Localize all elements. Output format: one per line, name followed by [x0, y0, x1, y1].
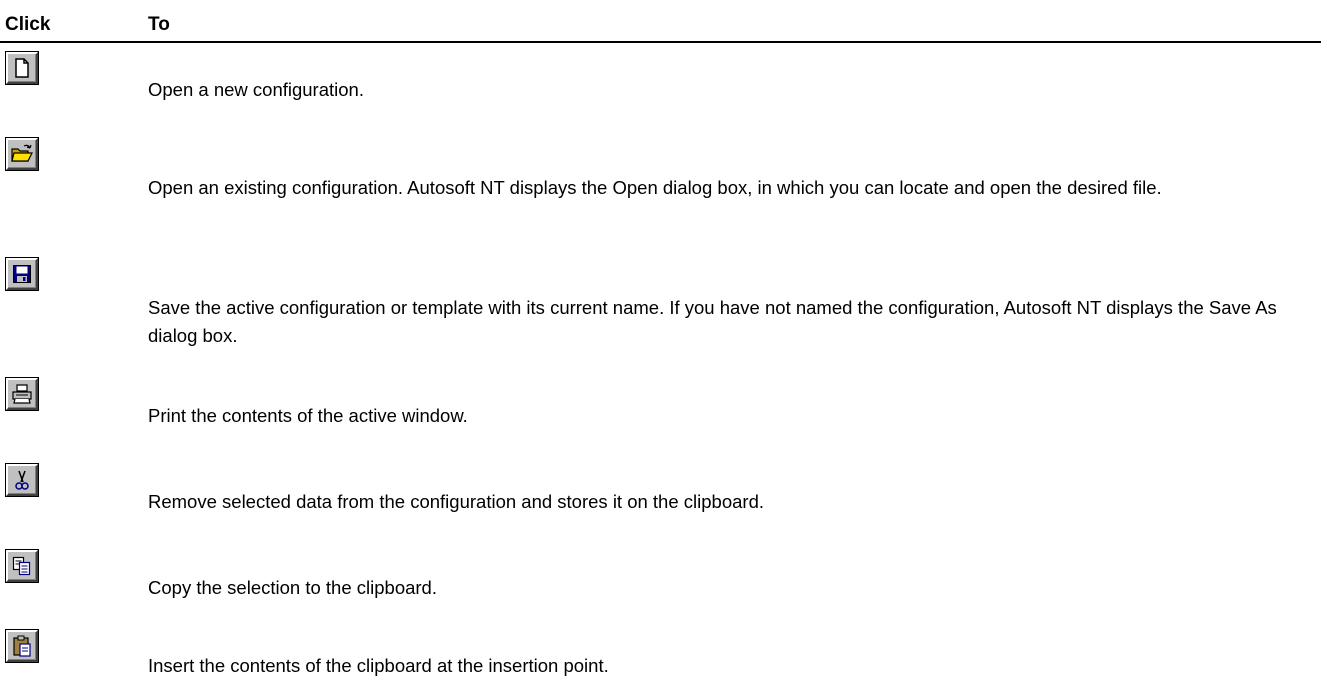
row-description: Copy the selection to the clipboard.: [148, 577, 437, 598]
copy-icon: [12, 556, 31, 576]
row-description: Open a new configuration.: [148, 79, 364, 100]
table-row: Save the active configuration or templat…: [0, 258, 1321, 348]
open-button[interactable]: [6, 138, 38, 170]
table-row: Insert the contents of the clipboard at …: [0, 630, 1321, 676]
header-rule: [0, 41, 1321, 43]
row-description: Print the contents of the active window.: [148, 405, 468, 426]
header-click: Click: [5, 14, 51, 35]
cut-scissors-icon: [15, 470, 29, 490]
new-button[interactable]: [6, 52, 38, 84]
header-to: To: [148, 14, 170, 35]
save-button[interactable]: [6, 258, 38, 290]
table-row: Copy the selection to the clipboard.: [0, 550, 1321, 610]
row-description: Remove selected data from the configurat…: [148, 491, 764, 512]
open-folder-icon: [11, 144, 33, 162]
table-row: Print the contents of the active window.: [0, 378, 1321, 438]
save-disk-icon: [13, 265, 31, 283]
print-button[interactable]: [6, 378, 38, 410]
table-row: Open an existing configuration. Autosoft…: [0, 138, 1321, 228]
print-icon: [12, 384, 32, 404]
table-row: Remove selected data from the configurat…: [0, 464, 1321, 524]
row-description: Open an existing configuration. Autosoft…: [148, 177, 1162, 198]
cut-button[interactable]: [6, 464, 38, 496]
paste-icon: [13, 635, 31, 657]
paste-button[interactable]: [6, 630, 38, 662]
table-row: Open a new configuration.: [0, 52, 1321, 112]
table-header: Click To: [0, 14, 1321, 40]
row-description: Insert the contents of the clipboard at …: [148, 655, 609, 676]
row-description: Save the active configuration or templat…: [148, 297, 1277, 346]
new-document-icon: [15, 58, 29, 78]
copy-button[interactable]: [6, 550, 38, 582]
